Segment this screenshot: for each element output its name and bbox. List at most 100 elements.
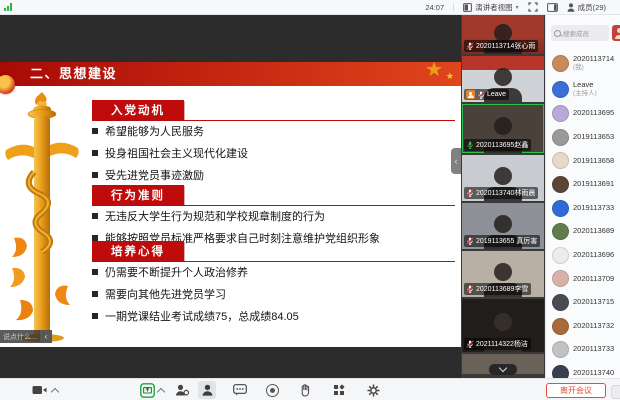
layout-icon: [547, 3, 558, 12]
camera-options-button[interactable]: [52, 379, 58, 400]
participant-name: 2019113658: [573, 157, 614, 166]
participant-row[interactable]: 2020113714(我): [546, 50, 620, 76]
raise-hand-button[interactable]: [300, 379, 311, 400]
avatar: [552, 270, 569, 287]
participant-row[interactable]: 2019113658: [546, 149, 620, 173]
manage-members-button[interactable]: [175, 379, 189, 400]
participant-role: (主持人): [573, 90, 597, 97]
section-heading-label: 培养心得: [92, 241, 184, 261]
bullet-marker-icon: [92, 213, 98, 219]
share-options-button[interactable]: [158, 379, 164, 400]
avatar: [552, 223, 569, 240]
participant-row[interactable]: 2019113733: [546, 196, 620, 220]
avatar: [552, 55, 569, 72]
slide-bullet: 需要向其他先进党员学习: [92, 284, 455, 306]
avatar: [552, 105, 569, 122]
participant-name: 2020113714: [573, 55, 614, 64]
panel-footer-button[interactable]: [611, 385, 620, 399]
participant-row[interactable]: 2020113715: [546, 291, 620, 315]
tile-label: 2020113689李雪: [464, 283, 531, 295]
bullet-marker-icon: [92, 128, 98, 134]
mic-muted-icon: [466, 42, 474, 50]
leave-meeting-button[interactable]: 离开会议: [546, 383, 606, 398]
tile-name: 2021114322杨洁: [476, 339, 528, 349]
participant-row[interactable]: 2020113732: [546, 314, 620, 338]
search-input[interactable]: 搜索成员: [551, 25, 609, 41]
section-heading: 行为准则: [92, 185, 455, 206]
fullscreen-button[interactable]: [528, 2, 538, 12]
section-heading-label: 行为准则: [92, 185, 184, 205]
video-tile[interactable]: 2021114322杨洁: [462, 299, 544, 352]
search-icon: [554, 30, 561, 37]
tile-name: Leave: [487, 91, 506, 98]
speaker-view-icon: [463, 3, 472, 12]
participant-name: 2020113689: [573, 227, 614, 236]
meeting-timer: 24:07: [425, 3, 444, 12]
record-button[interactable]: [266, 379, 279, 400]
participant-silhouette: [494, 313, 512, 331]
members-button-active[interactable]: [198, 381, 216, 399]
bullet-marker-icon: [92, 313, 98, 319]
tile-name: 2020113740林雨晨: [476, 188, 535, 198]
window-top-bar: 24:07 演讲者视图 ▾ 成员(29): [0, 0, 620, 15]
slide-section: 培养心得仍需要不断提升个人政治修养需要向其他先进党员学习一期党课结业考试成绩75…: [92, 241, 455, 328]
view-mode-label: 演讲者视图: [475, 2, 513, 13]
collapse-chat-icon[interactable]: ‹: [40, 330, 52, 343]
video-tile[interactable]: 2020113695赵鑫: [462, 104, 544, 153]
raise-hand-icon: [300, 384, 311, 397]
video-tile[interactable]: Leave: [462, 56, 544, 102]
participant-row[interactable]: 2020113695: [546, 102, 620, 126]
avatar: [552, 152, 569, 169]
chevron-down-icon: ▾: [516, 4, 519, 11]
mic-muted-icon: [466, 285, 474, 293]
share-screen-button[interactable]: [140, 379, 155, 400]
members-count-button[interactable]: 成员(29): [567, 2, 606, 13]
section-heading-label: 入党动机: [92, 100, 184, 120]
avatar: [552, 200, 569, 217]
participant-row[interactable]: 2020113689: [546, 220, 620, 244]
participant-row[interactable]: 2020113709: [546, 267, 620, 291]
avatar: [552, 341, 569, 358]
settings-button[interactable]: [367, 379, 380, 400]
participant-name: 2019113691: [573, 180, 614, 189]
video-tile[interactable]: 2020113740林雨晨: [462, 155, 544, 201]
participant-row[interactable]: 2019113653: [546, 126, 620, 150]
view-mode-switcher[interactable]: 演讲者视图 ▾: [463, 2, 519, 13]
slide-section: 入党动机希望能够为人民服务投身祖国社会主义现代化建设受先进党员事迹激励: [92, 100, 455, 187]
participant-row[interactable]: 2020113733: [546, 338, 620, 362]
camera-button[interactable]: [32, 379, 47, 400]
tile-name: 2019113655 真厉害: [476, 236, 537, 246]
mic-muted-icon: [466, 340, 474, 348]
members-count-label: 成员(29): [578, 2, 606, 13]
avatar: [552, 247, 569, 264]
slide-bullet: 仍需要不断提升个人政治修养: [92, 262, 455, 284]
avatar: [552, 81, 569, 98]
bullet-marker-icon: [92, 269, 98, 275]
participant-row[interactable]: Leave(主持人): [546, 76, 620, 102]
collapse-video-strip-button[interactable]: ‹: [451, 148, 461, 174]
participant-name: 2020113709: [573, 275, 614, 284]
participant-row[interactable]: 2019113691: [546, 173, 620, 197]
tile-name: 2020113695赵鑫: [476, 140, 528, 150]
video-tiles: 2020113714张心雨 Leave 2020113695赵鑫 2020113740…: [461, 14, 545, 374]
tile-name: 2020113714张心雨: [476, 41, 535, 51]
chat-input-collapsed[interactable]: 说点什么... ‹: [0, 330, 52, 343]
person-icon: [567, 3, 575, 12]
video-tile[interactable]: 2019113655 真厉害: [462, 203, 544, 249]
participant-row[interactable]: 2020113696: [546, 244, 620, 268]
network-signal-icon: [4, 3, 12, 11]
panel-corner-button[interactable]: [612, 25, 620, 41]
layout-toggle-button[interactable]: [547, 3, 558, 12]
more-videos-button[interactable]: [489, 364, 517, 375]
apps-button[interactable]: [334, 379, 344, 400]
video-thumbnail-strip: 2020113714张心雨 Leave 2020113695赵鑫 2020113740…: [461, 14, 545, 378]
participant-name: 2019113653: [573, 133, 614, 142]
participant-silhouette: [494, 215, 512, 233]
members-icon: [202, 384, 213, 396]
participant-name: 2020113695: [573, 109, 614, 118]
video-tile[interactable]: 2020113714张心雨: [462, 14, 544, 54]
video-tile[interactable]: 2020113689李雪: [462, 251, 544, 297]
participants-list: 2020113714(我)Leave(主持人) 2020113695 2019113…: [546, 50, 620, 400]
section-heading: 入党动机: [92, 100, 455, 121]
chat-button[interactable]: [233, 379, 247, 400]
